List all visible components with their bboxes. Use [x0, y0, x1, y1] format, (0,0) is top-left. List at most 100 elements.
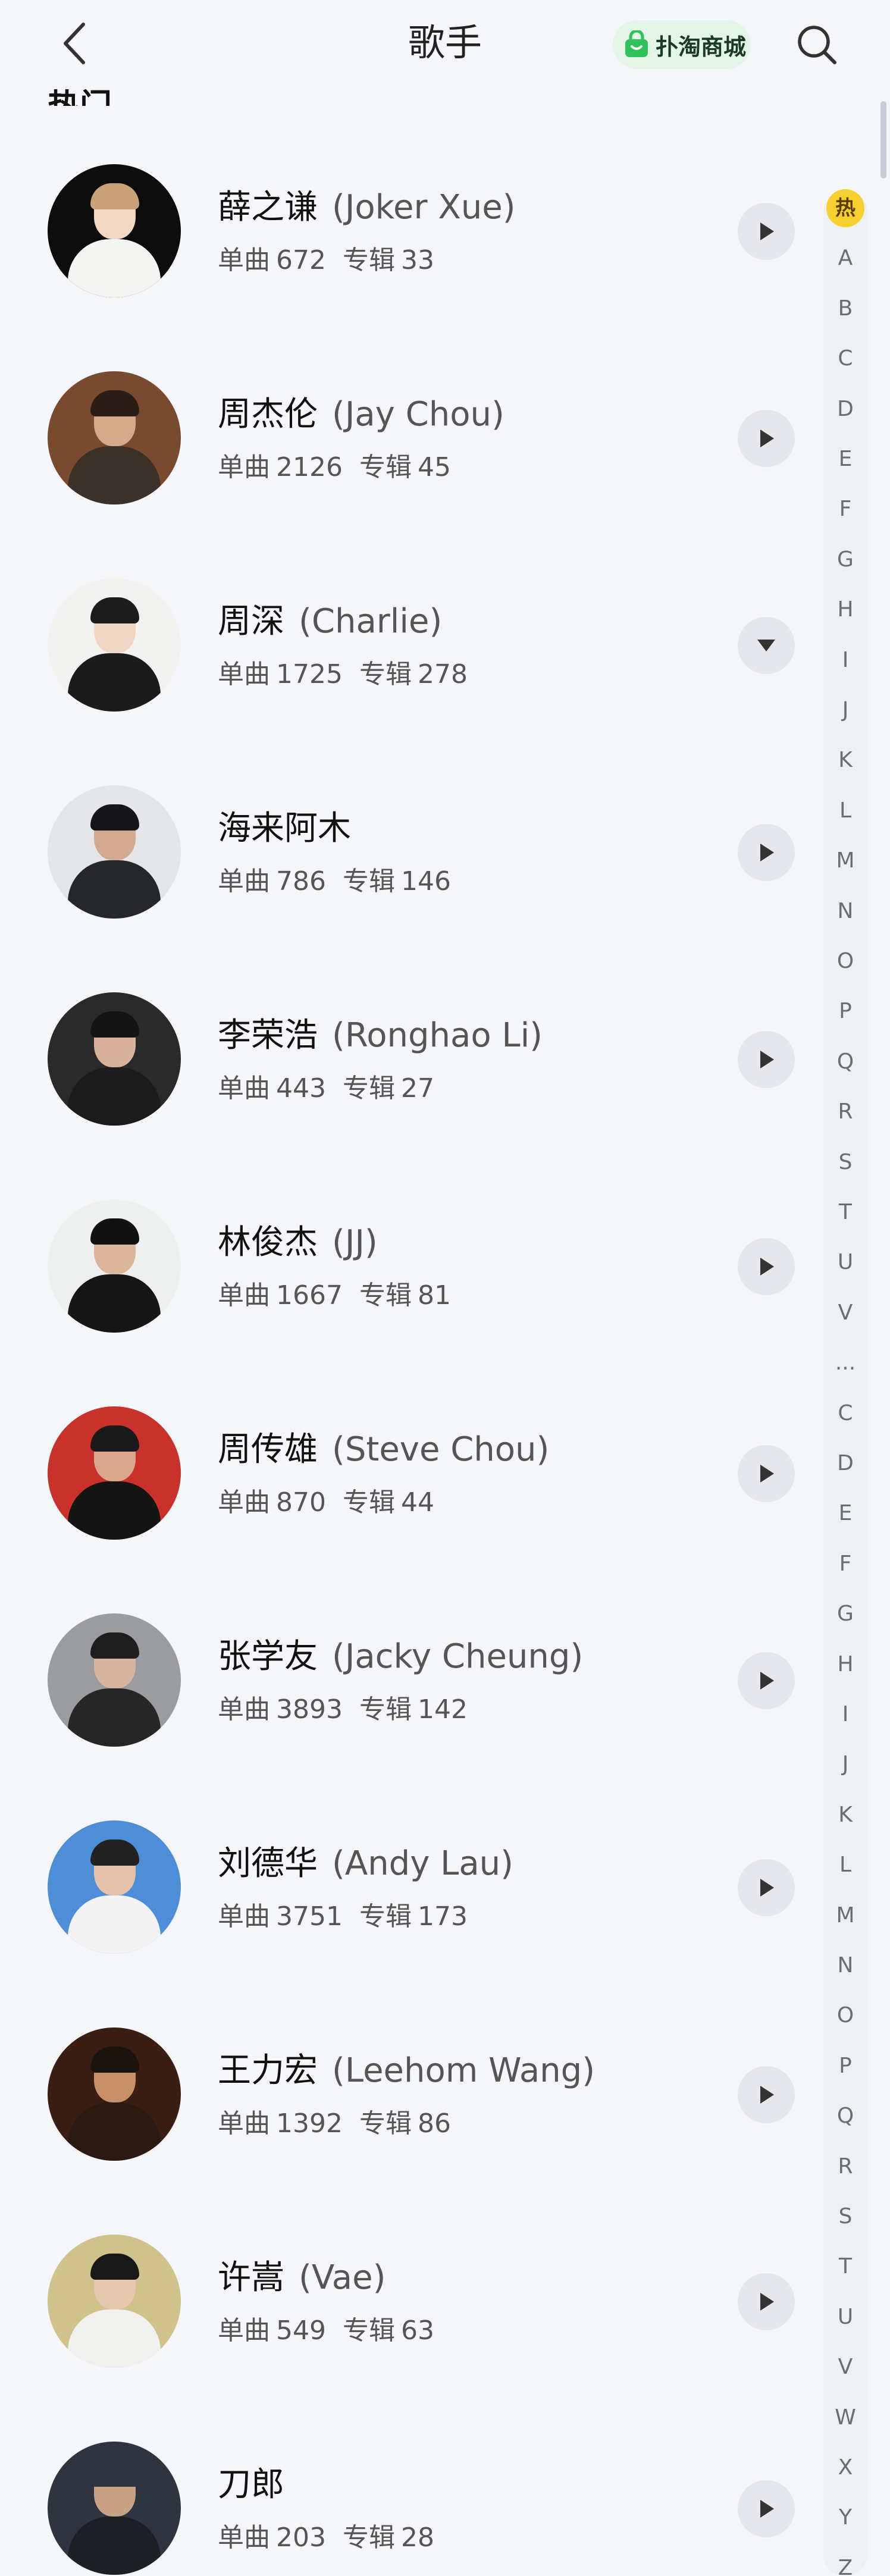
alpha-index-item[interactable]: E: [823, 1496, 867, 1531]
artist-row[interactable]: 周杰伦 (Jay Chou) 单曲 2126 专辑 45: [0, 353, 821, 560]
play-button[interactable]: [738, 2066, 795, 2123]
alpha-index-item[interactable]: Q: [823, 2098, 867, 2134]
alpha-index-item[interactable]: K: [823, 1797, 867, 1833]
alpha-index-item[interactable]: F: [823, 491, 867, 527]
artist-row[interactable]: 刀郎 单曲 203 专辑 28: [0, 2424, 821, 2576]
alpha-index-item[interactable]: U: [823, 2299, 867, 2335]
play-button[interactable]: [738, 1652, 795, 1709]
artist-name-line[interactable]: 许嵩 (Vae): [218, 2257, 386, 2299]
artist-name-line[interactable]: 李荣浩 (Ronghao Li): [218, 1015, 543, 1057]
alpha-index-item[interactable]: R: [823, 2149, 867, 2185]
avatar[interactable]: [48, 992, 181, 1126]
play-button[interactable]: [738, 1238, 795, 1295]
alpha-index-item[interactable]: A: [823, 240, 867, 276]
artist-row[interactable]: 周传雄 (Steve Chou) 单曲 870 专辑 44: [0, 1389, 821, 1596]
play-button[interactable]: [738, 2480, 795, 2537]
artist-row[interactable]: 许嵩 (Vae) 单曲 549 专辑 63: [0, 2217, 821, 2424]
alpha-index-item[interactable]: F: [823, 1546, 867, 1582]
alpha-index-item[interactable]: N: [823, 894, 867, 929]
play-button[interactable]: [738, 203, 795, 260]
alpha-index-item[interactable]: Z: [823, 2550, 867, 2576]
alpha-index-item[interactable]: S: [823, 1145, 867, 1180]
alpha-index-item[interactable]: J: [823, 1747, 867, 1782]
shop-button[interactable]: 扑淘商城: [613, 20, 751, 69]
avatar[interactable]: [48, 1820, 181, 1954]
alpha-index-item[interactable]: M: [823, 843, 867, 879]
avatar[interactable]: [48, 1613, 181, 1747]
artist-name-line[interactable]: 周深 (Charlie): [218, 601, 442, 643]
alpha-index-item[interactable]: P: [823, 994, 867, 1029]
avatar[interactable]: [48, 2027, 181, 2161]
alphabet-index[interactable]: 热 A B C D E F G H I J K L M N O P Q R S T U V... C D E F G H I J K L M N O P…: [823, 189, 867, 2576]
alpha-index-item[interactable]: Q: [823, 1044, 867, 1080]
alpha-index-item[interactable]: D: [823, 1446, 867, 1481]
alpha-index-item[interactable]: L: [823, 1847, 867, 1883]
avatar[interactable]: [48, 785, 181, 919]
artist-row[interactable]: 王力宏 (Leehom Wang) 单曲 1392 专辑 86: [0, 2010, 821, 2217]
alpha-index-item[interactable]: C: [823, 1396, 867, 1431]
play-button[interactable]: [738, 2273, 795, 2330]
alpha-index-item[interactable]: Y: [823, 2500, 867, 2536]
alpha-index-item[interactable]: E: [823, 441, 867, 477]
avatar[interactable]: [48, 371, 181, 504]
artist-row[interactable]: 薛之谦 (Joker Xue) 单曲 672 专辑 33: [0, 146, 821, 353]
alpha-index-item[interactable]: I: [823, 1697, 867, 1732]
alpha-index-item[interactable]: K: [823, 742, 867, 778]
alpha-index-item[interactable]: J: [823, 692, 867, 728]
alpha-index-item[interactable]: T: [823, 1195, 867, 1230]
scrollbar[interactable]: [880, 101, 886, 178]
artist-row[interactable]: 周深 (Charlie) 单曲 1725 专辑 278: [0, 560, 821, 767]
play-button[interactable]: [738, 1445, 795, 1502]
avatar[interactable]: [48, 578, 181, 712]
artist-row[interactable]: 李荣浩 (Ronghao Li) 单曲 443 专辑 27: [0, 974, 821, 1182]
artist-row[interactable]: 刘德华 (Andy Lau) 单曲 3751 专辑 173: [0, 1803, 821, 2010]
alpha-index-item[interactable]: T: [823, 2249, 867, 2284]
artist-name-line[interactable]: 周杰伦 (Jay Chou): [218, 394, 504, 435]
alpha-index-item[interactable]: B: [823, 291, 867, 327]
expand-button[interactable]: [738, 617, 795, 674]
alpha-index-item[interactable]: G: [823, 542, 867, 578]
alpha-index-item[interactable]: N: [823, 1948, 867, 1983]
alpha-index-item[interactable]: U: [823, 1245, 867, 1280]
alpha-index-item[interactable]: S: [823, 2199, 867, 2235]
avatar[interactable]: [48, 2442, 181, 2575]
alpha-index-item[interactable]: L: [823, 793, 867, 829]
artist-name-line[interactable]: 周传雄 (Steve Chou): [218, 1429, 549, 1471]
alpha-index-item[interactable]: W: [823, 2400, 867, 2436]
artist-name-line[interactable]: 薛之谦 (Joker Xue): [218, 187, 516, 228]
alpha-index-item[interactable]: ...: [823, 1345, 867, 1381]
alpha-index-item[interactable]: V: [823, 2349, 867, 2385]
play-button[interactable]: [738, 410, 795, 467]
avatar[interactable]: [48, 1406, 181, 1540]
alpha-index-item[interactable]: G: [823, 1596, 867, 1632]
alpha-index-item[interactable]: O: [823, 944, 867, 979]
alpha-index-item[interactable]: M: [823, 1898, 867, 1933]
artist-name-line[interactable]: 王力宏 (Leehom Wang): [218, 2050, 595, 2092]
alpha-index-item[interactable]: R: [823, 1094, 867, 1130]
artist-name-line[interactable]: 刀郎: [218, 2464, 299, 2506]
play-button[interactable]: [738, 1031, 795, 1088]
alpha-index-item[interactable]: H: [823, 1647, 867, 1682]
artist-row[interactable]: 张学友 (Jacky Cheung) 单曲 3893 专辑 142: [0, 1596, 821, 1803]
alpha-index-item[interactable]: V: [823, 1295, 867, 1331]
artist-name-line[interactable]: 林俊杰 (JJ): [218, 1222, 378, 1264]
artist-row[interactable]: 海来阿木 单曲 786 专辑 146: [0, 767, 821, 974]
artist-name-line[interactable]: 刘德华 (Andy Lau): [218, 1843, 513, 1885]
artist-row[interactable]: 林俊杰 (JJ) 单曲 1667 专辑 81: [0, 1182, 821, 1389]
play-button[interactable]: [738, 1859, 795, 1916]
play-button[interactable]: [738, 824, 795, 881]
alpha-index-item[interactable]: X: [823, 2450, 867, 2486]
search-button[interactable]: [790, 18, 844, 71]
alpha-index-item[interactable]: P: [823, 2048, 867, 2084]
artist-name-line[interactable]: 张学友 (Jacky Cheung): [218, 1636, 583, 1678]
alpha-index-item[interactable]: I: [823, 643, 867, 678]
avatar[interactable]: [48, 1199, 181, 1333]
alpha-index-item[interactable]: O: [823, 1998, 867, 2033]
artist-name-line[interactable]: 海来阿木: [218, 808, 365, 850]
alpha-index-item[interactable]: H: [823, 592, 867, 628]
alpha-index-item[interactable]: C: [823, 341, 867, 377]
alpha-index-item[interactable]: D: [823, 391, 867, 427]
alpha-index-hot[interactable]: 热: [826, 189, 864, 227]
avatar[interactable]: [48, 2235, 181, 2368]
avatar[interactable]: [48, 164, 181, 297]
